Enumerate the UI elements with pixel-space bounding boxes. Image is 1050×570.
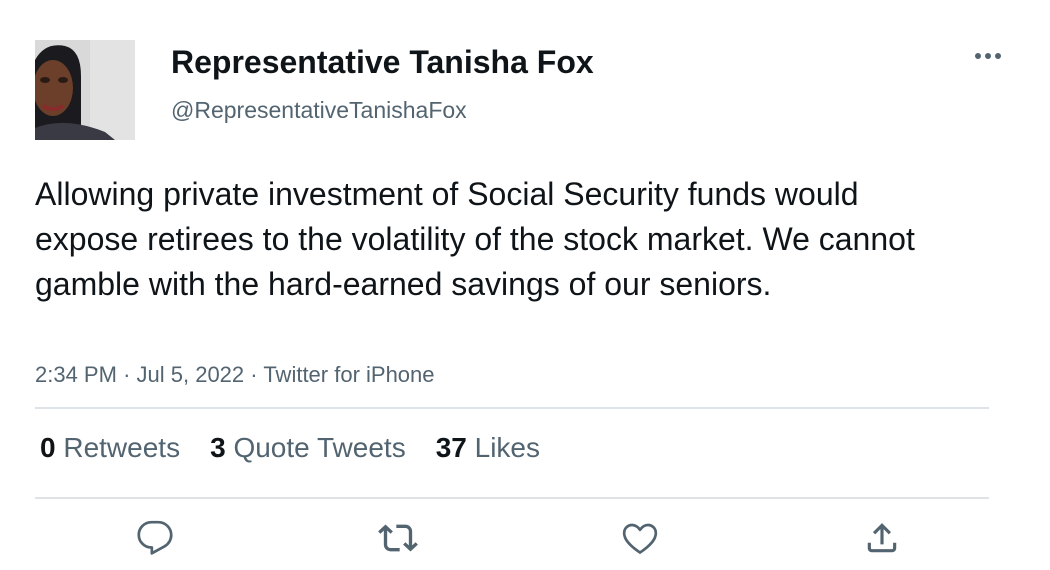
reply-icon [137, 520, 173, 555]
tweet-source-link[interactable]: Twitter for iPhone [263, 362, 434, 387]
tweet-text: Allowing private investment of Social Se… [35, 176, 915, 302]
quote-tweets-count: 3 [210, 432, 226, 463]
retweets-count: 0 [40, 432, 56, 463]
avatar[interactable] [35, 40, 135, 140]
divider [35, 497, 989, 499]
retweets-label: Retweets [63, 432, 181, 463]
divider [35, 407, 989, 409]
share-button[interactable] [862, 518, 902, 558]
retweet-button[interactable] [378, 518, 418, 558]
tweet-meta: 2:34 PM · Jul 5, 2022 · Twitter for iPho… [35, 362, 435, 388]
heart-icon [622, 523, 658, 554]
display-name[interactable]: Representative Tanisha Fox [171, 44, 594, 81]
reply-button[interactable] [135, 518, 175, 558]
engagement-stats: 0 Retweets 3 Quote Tweets 37 Likes [40, 432, 540, 464]
quote-tweets-label: Quote Tweets [233, 432, 406, 463]
likes-count: 37 [435, 432, 467, 463]
meta-separator: · [123, 362, 131, 387]
likes-label: Likes [474, 432, 541, 463]
tweet-date-link[interactable]: Jul 5, 2022 [137, 362, 245, 387]
more-options-button[interactable] [970, 44, 1006, 68]
likes-stat[interactable]: 37 Likes [436, 432, 540, 464]
share-icon [867, 523, 897, 553]
tweet-time-link[interactable]: 2:34 PM [35, 362, 117, 387]
quote-tweets-stat[interactable]: 3 Quote Tweets [210, 432, 406, 464]
profile-photo [35, 40, 135, 140]
user-handle[interactable]: @RepresentativeTanishaFox [171, 97, 467, 124]
like-button[interactable] [620, 518, 660, 558]
retweet-icon [378, 524, 418, 552]
retweets-stat[interactable]: 0 Retweets [40, 432, 180, 464]
meta-separator: · [250, 362, 258, 387]
more-horizontal-icon [975, 53, 1001, 59]
